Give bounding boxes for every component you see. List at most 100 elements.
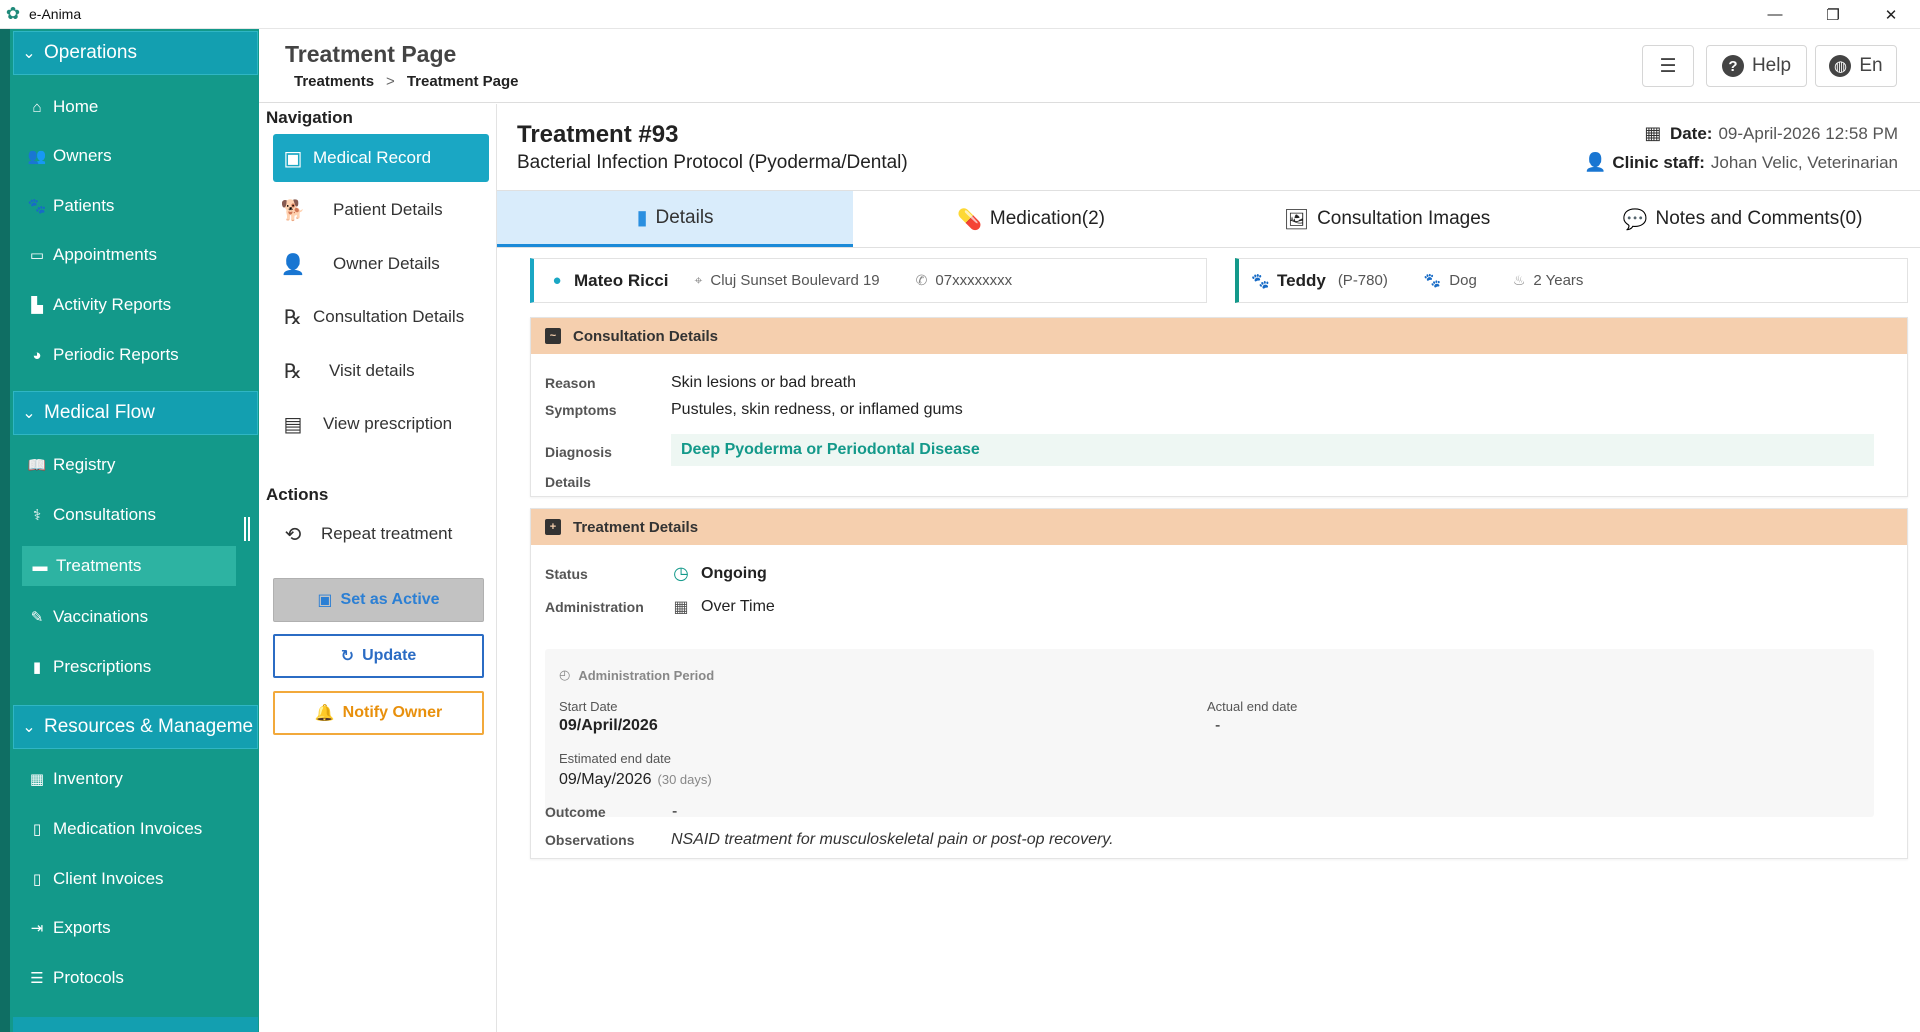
sidebar-item-vaccinations[interactable]: ✎ Vaccinations xyxy=(13,597,243,637)
sidebar-item-owners[interactable]: 👥 Owners xyxy=(13,136,243,176)
sidebar-item-client-invoices[interactable]: ▯ Client Invoices xyxy=(13,859,243,899)
treatment-subtitle: Bacterial Infection Protocol (Pyoderma/D… xyxy=(517,152,908,173)
button-label: Set as Active xyxy=(340,591,440,608)
sidebar-item-label: Registry xyxy=(53,455,116,474)
sidebar-item-appointments[interactable]: ▭ Appointments xyxy=(13,235,243,275)
tab-consultation-images[interactable]: 🖼 Consultation Images xyxy=(1209,191,1565,247)
chevron-down-icon: ⌄ xyxy=(22,719,36,736)
dog-icon: 🐕 xyxy=(280,199,306,222)
restore-button[interactable]: ❐ xyxy=(1804,0,1862,29)
nav-medical-record[interactable]: ▣ Medical Record xyxy=(273,134,489,182)
comments-icon: 💬 xyxy=(1622,208,1648,231)
sidebar-item-periodic-reports[interactable]: ◕ Periodic Reports xyxy=(13,335,243,375)
sidebar-item-label: Consultations xyxy=(53,505,157,524)
details-row: Details xyxy=(545,474,671,490)
help-button[interactable]: ? Help xyxy=(1706,45,1807,87)
phone-icon: ✆ xyxy=(915,272,928,288)
pie-chart-icon: ◕ xyxy=(32,346,42,364)
sidebar-splitter[interactable] xyxy=(236,439,258,599)
reason-value: Skin lesions or bad breath xyxy=(671,374,856,391)
home-icon: ⌂ xyxy=(32,98,42,116)
tab-label: Medication(2) xyxy=(989,208,1105,229)
pet-species: Dog xyxy=(1449,272,1477,289)
field-label: Symptoms xyxy=(545,402,617,418)
paw-icon: 🐾 xyxy=(1423,272,1442,288)
sidebar-item-home[interactable]: ⌂ Home xyxy=(13,87,243,127)
globe-icon: ◍ xyxy=(1829,55,1852,77)
tab-label: Consultation Images xyxy=(1317,208,1491,229)
section-medical-flow[interactable]: ⌄ Medical Flow xyxy=(13,391,258,435)
actions-title: Actions xyxy=(266,485,329,504)
nav-view-prescription[interactable]: ▤ View prescription xyxy=(273,400,489,448)
book-icon: 📖 xyxy=(27,457,47,474)
window-controls: — ❐ ✕ xyxy=(1746,0,1920,29)
pet-name[interactable]: Teddy xyxy=(1277,271,1326,291)
boxes-icon: ▦ xyxy=(29,771,45,788)
birthday-cake-icon: ♨ xyxy=(1512,272,1526,288)
period-title: ◴ Administration Period xyxy=(559,667,714,683)
notify-owner-button[interactable]: 🔔 Notify Owner xyxy=(273,691,484,735)
section-operations[interactable]: ⌄ Operations xyxy=(13,31,258,75)
start-date-label: Start Date xyxy=(559,699,618,714)
sidebar-item-consultations[interactable]: ⚕ Consultations xyxy=(13,495,243,535)
section-resources[interactable]: ⌄ Resources & Manageme xyxy=(13,705,258,749)
owner-address: Cluj Sunset Boulevard 19 xyxy=(710,272,880,289)
administration-period: ◴ Administration Period Start Date 09/Apr… xyxy=(545,649,1874,817)
nav-visit-details[interactable]: ℞ Visit details xyxy=(273,347,489,395)
status-row: Status ◷ Ongoing xyxy=(545,563,767,584)
tab-notes-comments[interactable]: 💬 Notes and Comments(0) xyxy=(1565,191,1920,247)
sidebar-item-treatments[interactable]: ▬ Treatments xyxy=(22,546,236,586)
sidebar-item-patients[interactable]: 🐾 Patients xyxy=(13,186,243,226)
section-title: Resources & Manageme xyxy=(44,716,254,737)
estimated-days: (30 days) xyxy=(657,772,712,787)
estimated-end-value: 09/May/2026 (30 days) xyxy=(559,771,712,789)
users-icon: 👥 xyxy=(27,148,47,165)
page-header: Treatment Page Treatments > Treatment Pa… xyxy=(259,29,1920,103)
estimated-end-label: Estimated end date xyxy=(559,751,672,766)
menu-button[interactable]: ☰ xyxy=(1642,45,1694,87)
sidebar-item-protocols[interactable]: ☰ Protocols xyxy=(13,958,243,998)
repeat-treatment-button[interactable]: ⟲ Repeat treatment xyxy=(273,510,489,558)
help-label: Help xyxy=(1751,55,1792,76)
nav-patient-details[interactable]: 🐕 Patient Details xyxy=(273,186,489,234)
nav-consultation-details[interactable]: ℞ Consultation Details xyxy=(273,293,489,341)
sidebar-item-activity-reports[interactable]: ▙ Activity Reports xyxy=(13,285,243,325)
sidebar-item-label: Periodic Reports xyxy=(53,345,179,364)
invoice-icon: ▯ xyxy=(32,821,42,838)
sidebar-item-prescriptions[interactable]: ▮ Prescriptions xyxy=(13,647,243,687)
reason-row: Reason Skin lesions or bad breath xyxy=(545,374,856,392)
breadcrumb-separator: > xyxy=(386,73,395,90)
nav-owner-details[interactable]: 👤 Owner Details xyxy=(273,240,489,288)
breadcrumb: Treatments > Treatment Page xyxy=(294,73,519,90)
calendar-check-icon: ▣ xyxy=(317,592,333,609)
administration-value: Over Time xyxy=(701,598,775,615)
outcome-value: - xyxy=(672,803,678,820)
sidebar-item-medication-invoices[interactable]: ▯ Medication Invoices xyxy=(13,809,243,849)
title-bar: ✿ e-Anima — ❐ ✕ xyxy=(0,0,1920,29)
navigation-title: Navigation xyxy=(266,108,353,127)
sidebar-item-exports[interactable]: ⇥ Exports xyxy=(13,908,243,948)
section-collapsed[interactable] xyxy=(13,1017,258,1032)
prescription-bottle-icon: ▤ xyxy=(283,413,303,436)
observations-value: NSAID treatment for musculoskeletal pain… xyxy=(671,831,1114,848)
minimize-button[interactable]: — xyxy=(1746,0,1804,29)
close-button[interactable]: ✕ xyxy=(1862,0,1920,29)
owner-name[interactable]: Mateo Ricci xyxy=(574,271,668,291)
field-label: Administration xyxy=(545,599,644,615)
chart-icon: ▙ xyxy=(31,297,43,314)
update-button[interactable]: ↻ Update xyxy=(273,634,484,678)
staff-label: Clinic staff: xyxy=(1612,152,1705,172)
symptoms-row: Symptoms Pustules, skin redness, or infla… xyxy=(545,401,963,419)
set-active-button[interactable]: ▣ Set as Active xyxy=(273,578,484,622)
sidebar-item-label: Exports xyxy=(53,918,111,937)
pet-card: 🐾 Teddy (P-780) 🐾 Dog ♨ 2 Years xyxy=(1235,258,1908,303)
breadcrumb-item[interactable]: Treatments xyxy=(294,73,374,90)
pills-icon: 💊 xyxy=(956,208,982,231)
language-button[interactable]: ◍ En xyxy=(1815,45,1897,87)
observations-row: Observations NSAID treatment for musculo… xyxy=(545,831,1114,849)
tab-medication[interactable]: 💊 Medication(2) xyxy=(853,191,1209,247)
sidebar-item-inventory[interactable]: ▦ Inventory xyxy=(13,759,243,799)
clock-icon: ◷ xyxy=(673,563,689,583)
sidebar-item-registry[interactable]: 📖 Registry xyxy=(13,445,243,485)
tab-details[interactable]: ▮ Details xyxy=(497,191,853,247)
